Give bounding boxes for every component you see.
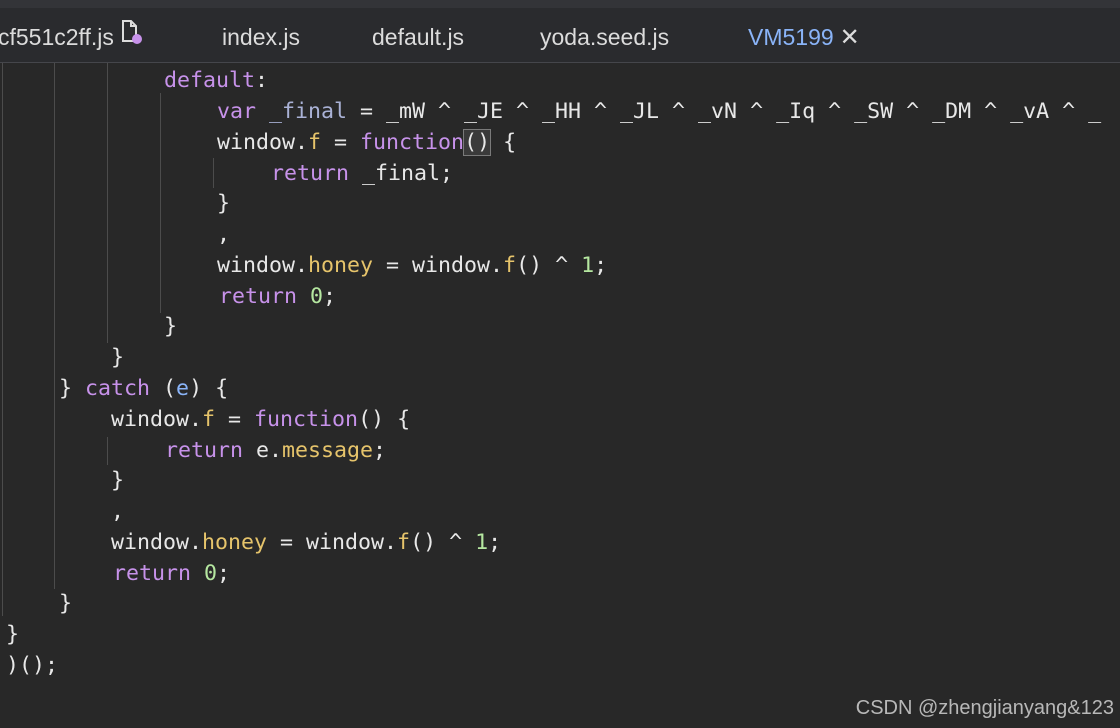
code-line: } [59,591,73,616]
code-line: )(); [6,653,59,678]
indent-guide [160,93,161,313]
code-line: } [6,622,20,647]
code-line: } [111,468,125,493]
code-line: , [217,222,231,247]
tab-index-js[interactable]: index.js [222,8,300,62]
code-line: return 0; [113,561,231,586]
code-line: default: [164,68,269,93]
code-content: default: var _final = _mW ^ _JE ^ _HH ^ … [0,63,1101,678]
tab-default-js[interactable]: default.js [372,8,464,62]
tab-label: index.js [222,24,300,50]
csdn-watermark: CSDN @zhengjianyang&123 [855,697,1114,719]
code-line: return _final; [271,161,454,186]
devtools-sources-panel: cf551c2ff.js index.js default.js yoda.se… [0,0,1120,728]
tab-label: VM5199 [748,24,834,50]
indent-guide [107,63,108,343]
tab-vm5199[interactable]: VM5199 ✕ [748,8,860,62]
close-icon[interactable]: ✕ [840,9,860,67]
tab-label: default.js [372,24,465,50]
code-line: } catch (e) { [59,376,229,401]
tab-yoda-seed-js[interactable]: yoda.seed.js [540,8,669,62]
code-line: } [217,191,231,216]
code-line: window.honey = window.f() ^ 1; [217,253,608,278]
tab-label: yoda.seed.js [540,24,670,50]
code-line: var _final = _mW ^ _JE ^ _HH ^ _JL ^ _vN… [217,99,1102,124]
code-line: window.f = function() { [111,407,411,432]
editor-tab-bar: cf551c2ff.js index.js default.js yoda.se… [0,8,1120,70]
tab-cf551c2ff-js[interactable]: cf551c2ff.js [0,8,142,62]
indent-guide [213,158,214,188]
indent-guide [107,437,108,465]
code-line: window.f = function() { [217,129,517,156]
tab-label: cf551c2ff.js [0,24,114,50]
code-line: window.honey = window.f() ^ 1; [111,530,502,555]
code-line: , [111,499,125,524]
code-line: } [164,314,178,339]
code-line: return e.message; [165,438,387,463]
code-editor[interactable]: default: var _final = _mW ^ _JE ^ _HH ^ … [0,63,1120,728]
code-line: return 0; [219,284,337,309]
modified-file-icon [120,8,142,66]
code-line: } [111,345,125,370]
